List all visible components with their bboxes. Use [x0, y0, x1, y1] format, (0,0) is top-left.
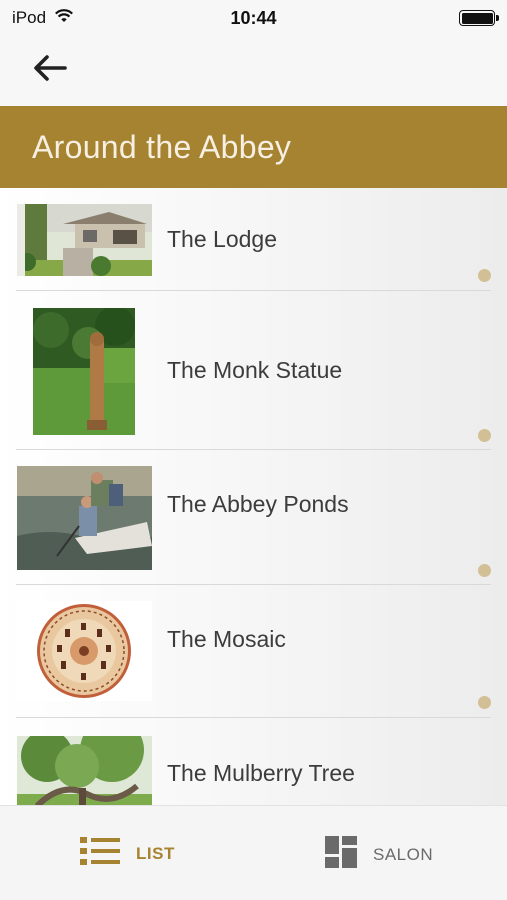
list-item-label: The Mulberry Tree — [167, 760, 355, 786]
list-item-the-abbey-ponds[interactable]: The Abbey Ponds — [16, 450, 491, 585]
header-banner: Around the Abbey — [0, 106, 507, 188]
wifi-icon — [54, 8, 74, 28]
list-item-the-monk-statue[interactable]: The Monk Statue — [16, 291, 491, 450]
list-item-label: The Mosaic — [167, 626, 286, 652]
thumbnail — [16, 466, 152, 570]
indicator-dot — [478, 564, 491, 577]
tab-salon[interactable]: SALON — [325, 836, 433, 873]
tab-label: LIST — [136, 843, 175, 863]
battery-icon — [459, 10, 499, 26]
carrier-label: iPod — [12, 8, 47, 27]
status-left: iPod — [12, 8, 74, 28]
thumbnail — [16, 736, 152, 805]
indicator-dot — [478, 269, 491, 282]
nav-bar — [0, 36, 507, 106]
list-item-the-mosaic[interactable]: The Mosaic — [16, 585, 491, 718]
thumbnail — [16, 601, 152, 701]
indicator-dot — [478, 696, 491, 709]
thumbnail — [16, 308, 152, 435]
list-icon — [80, 836, 120, 871]
status-time: 10:44 — [230, 7, 277, 28]
indicator-dot — [478, 429, 491, 442]
arrow-left-icon — [33, 54, 67, 86]
thumbnail — [16, 204, 152, 276]
list-item-label: The Lodge — [167, 226, 277, 252]
list-item-the-lodge[interactable]: The Lodge — [16, 188, 491, 291]
place-list[interactable]: The Lodge The Monk Statue The Abbey Pond… — [0, 188, 507, 805]
tab-label: SALON — [373, 844, 434, 864]
status-bar: iPod 10:44 — [0, 0, 507, 36]
tab-bar: LIST SALON — [0, 805, 507, 900]
page-title: Around the Abbey — [32, 128, 292, 165]
list-item-the-mulberry-tree[interactable]: The Mulberry Tree — [16, 718, 491, 805]
list-item-label: The Abbey Ponds — [167, 491, 349, 517]
tab-list[interactable]: LIST — [80, 836, 175, 871]
list-item-label: The Monk Statue — [167, 357, 343, 383]
back-button[interactable] — [30, 52, 70, 88]
grid-icon — [325, 836, 357, 873]
